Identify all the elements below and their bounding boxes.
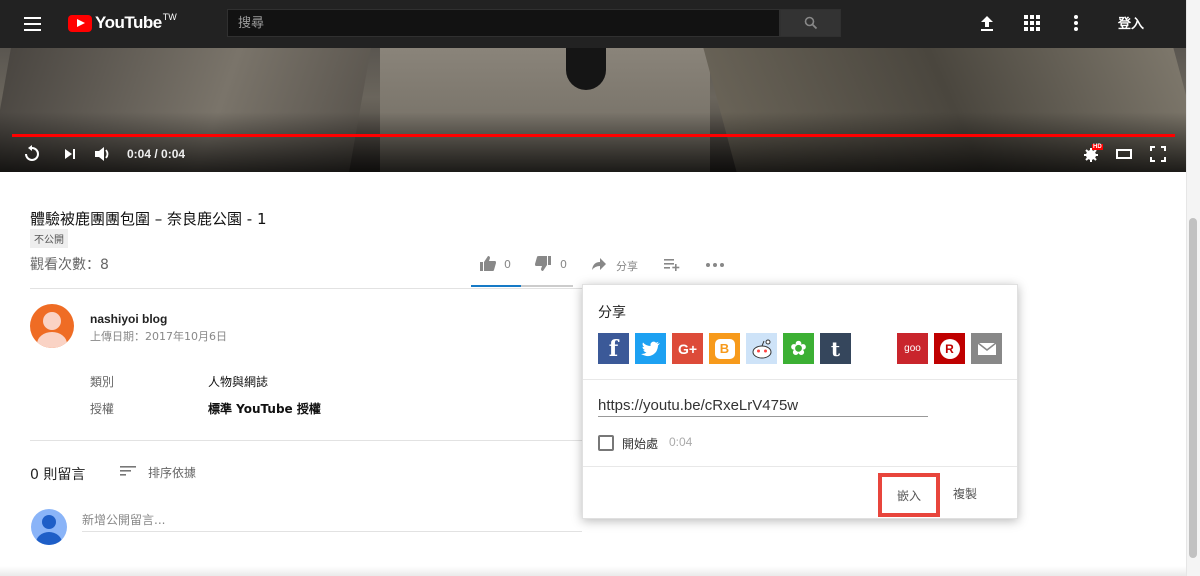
tumblr-share-icon[interactable]: t xyxy=(820,333,851,364)
share-panel-title: 分享 xyxy=(598,305,626,321)
reddit-share-icon[interactable] xyxy=(746,333,777,364)
next-icon[interactable] xyxy=(62,146,78,162)
email-share-icon[interactable] xyxy=(971,333,1002,364)
share-separator xyxy=(583,379,1017,380)
user-avatar xyxy=(31,509,67,545)
blogger-glyph-box: B xyxy=(714,338,735,359)
like-icon[interactable] xyxy=(479,255,497,272)
twitter-share-icon[interactable] xyxy=(635,333,666,364)
volume-icon[interactable] xyxy=(93,145,113,163)
progress-bar[interactable] xyxy=(12,134,1175,137)
goo-glyph: goo xyxy=(904,343,921,354)
meta-value-category[interactable]: 人物與網誌 xyxy=(208,373,268,390)
dislike-icon[interactable] xyxy=(534,255,552,272)
start-at-label: 開始處 xyxy=(622,437,659,451)
twitter-bird-icon xyxy=(640,341,660,356)
video-title: 體驗被鹿團團包圍 – 奈良鹿公園 - 1 xyxy=(30,210,267,228)
share-separator xyxy=(583,466,1017,467)
logo-region: TW xyxy=(162,12,177,22)
comment-input[interactable] xyxy=(82,508,582,532)
rakuten-glyph-circle: R xyxy=(939,338,960,359)
dislike-count: 0 xyxy=(560,258,567,271)
time-display: 0:04 / 0:04 xyxy=(127,147,186,161)
google-plus-share-icon[interactable]: G+ xyxy=(672,333,703,364)
divider xyxy=(30,288,586,289)
reddit-alien-icon xyxy=(752,339,771,358)
line-glyph: ✿ xyxy=(790,338,807,360)
rakuten-share-icon[interactable]: R xyxy=(934,333,965,364)
search-input[interactable] xyxy=(228,10,779,36)
sentiment-bar-fill xyxy=(471,285,521,287)
meta-label-category: 類別 xyxy=(90,375,115,389)
video-subject xyxy=(566,48,606,90)
publish-date: 上傳日期：2017年10月6日 xyxy=(90,330,227,343)
copy-button[interactable]: 複製 xyxy=(953,485,977,502)
upload-icon[interactable] xyxy=(976,12,998,34)
blogger-share-icon[interactable]: B xyxy=(709,333,740,364)
view-count: 觀看次數：8 xyxy=(30,257,109,273)
blogger-glyph: B xyxy=(719,341,730,356)
menu-icon[interactable] xyxy=(22,14,44,34)
more-actions-icon[interactable] xyxy=(705,262,725,268)
meta-value-license: 標準 YouTube 授權 xyxy=(208,402,321,416)
privacy-badge: 不公開 xyxy=(30,229,68,248)
logo-text: YouTube xyxy=(95,13,162,32)
scrollbar-thumb[interactable] xyxy=(1189,218,1197,558)
youtube-logo[interactable]: YouTube TW xyxy=(68,12,177,34)
channel-avatar[interactable] xyxy=(30,304,74,348)
search-box xyxy=(227,9,780,37)
embed-button[interactable]: 嵌入 xyxy=(878,473,940,517)
divider xyxy=(30,440,586,441)
start-at-checkbox[interactable] xyxy=(598,435,614,451)
start-at-time: 0:04 xyxy=(669,435,693,449)
goo-share-icon[interactable]: goo xyxy=(897,333,928,364)
line-share-icon[interactable]: ✿ xyxy=(783,333,814,364)
rakuten-glyph: R xyxy=(945,341,954,356)
hd-badge: HD xyxy=(1092,144,1103,150)
sort-icon[interactable] xyxy=(119,464,137,478)
video-player[interactable]: 0:04 / 0:04 HD xyxy=(0,48,1186,172)
sort-button[interactable]: 排序依據 xyxy=(148,464,196,481)
embed-button-label: 嵌入 xyxy=(896,488,921,503)
google-plus-glyph: G+ xyxy=(677,340,698,357)
facebook-share-icon[interactable]: f xyxy=(598,333,629,364)
apps-grid-icon[interactable] xyxy=(1022,13,1042,33)
comments-count: 0 則留言 xyxy=(30,467,86,483)
channel-name[interactable]: nashiyoi blog xyxy=(90,312,167,326)
search-icon xyxy=(804,16,818,30)
sentiment-bar xyxy=(471,285,573,287)
search-button[interactable] xyxy=(780,9,841,37)
page-bottom-edge xyxy=(0,566,1186,576)
controls-gradient xyxy=(0,112,1186,172)
facebook-glyph: f xyxy=(608,335,619,362)
add-to-playlist-icon[interactable] xyxy=(663,257,681,271)
replay-icon[interactable] xyxy=(22,144,42,164)
share-url-field[interactable] xyxy=(598,395,928,417)
share-arrow-icon[interactable] xyxy=(591,257,607,271)
meta-label-license: 授權 xyxy=(90,402,115,416)
envelope-icon xyxy=(977,341,996,355)
tumblr-glyph: t xyxy=(830,336,841,361)
share-button-label[interactable]: 分享 xyxy=(616,258,638,274)
fullscreen-icon[interactable] xyxy=(1149,145,1167,163)
share-panel: 分享 f G+ B ✿ t goo R https://youtu.be/cRx… xyxy=(582,284,1018,519)
like-count: 0 xyxy=(504,258,511,271)
masthead: YouTube TW 登入 xyxy=(0,0,1186,48)
youtube-play-icon xyxy=(68,14,92,32)
theater-mode-icon[interactable] xyxy=(1115,147,1133,161)
more-vert-icon[interactable] xyxy=(1066,13,1086,33)
signin-button[interactable]: 登入 xyxy=(1118,13,1144,32)
